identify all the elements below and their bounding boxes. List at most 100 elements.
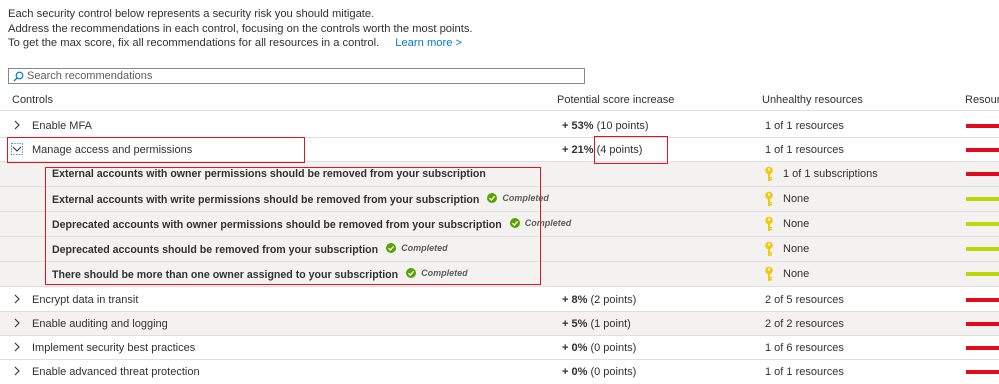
key-icon xyxy=(765,166,773,181)
check-circle-icon xyxy=(509,218,520,228)
column-header-controls[interactable]: Controls xyxy=(12,94,53,106)
check-circle-icon xyxy=(386,243,397,253)
recommendation-name-wrap: There should be more than one owner assi… xyxy=(52,268,468,281)
score-points: (2 points) xyxy=(590,294,637,306)
unhealthy-count: 1 of 6 resources xyxy=(765,342,844,354)
status-badge: Completed xyxy=(509,218,572,228)
search-icon xyxy=(13,71,24,82)
key-icon xyxy=(765,241,773,256)
column-header-unhealthy-resources[interactable]: Unhealthy resources xyxy=(762,94,863,106)
resource-health-bar xyxy=(966,172,999,176)
key-icon xyxy=(765,216,773,231)
score-percent: + 21% xyxy=(562,144,594,156)
status-label: Completed xyxy=(502,193,549,203)
score-increase: + 8% (2 points) xyxy=(562,294,636,306)
column-header-resource-health[interactable]: Resour xyxy=(965,94,999,106)
intro-line-3-text: To get the max score, fix all recommenda… xyxy=(8,37,380,49)
recommendation-row[interactable]: There should be more than one owner assi… xyxy=(0,262,999,287)
recommendation-name[interactable]: Deprecated accounts should be removed fr… xyxy=(52,244,378,256)
score-points: (10 points) xyxy=(596,120,649,132)
recommendation-name[interactable]: There should be more than one owner assi… xyxy=(52,269,398,281)
chevron-down-icon[interactable] xyxy=(11,143,23,155)
unhealthy-count: 2 of 5 resources xyxy=(765,294,844,306)
status-badge: Completed xyxy=(487,193,549,203)
unhealthy-count: 2 of 2 resources xyxy=(765,318,844,330)
intro-line-3: To get the max score, fix all recommenda… xyxy=(8,36,473,51)
resource-health-bar xyxy=(966,197,999,201)
control-name: Manage access and permissions xyxy=(32,144,193,156)
score-increase: + 53% (10 points) xyxy=(562,120,649,132)
resource-health-bar xyxy=(966,124,999,128)
resource-health-bar xyxy=(966,322,999,326)
control-row-enable-mfa[interactable]: Enable MFA + 53% (10 points) 1 of 1 reso… xyxy=(0,114,999,138)
check-circle-icon xyxy=(487,193,498,203)
resource-health-bar xyxy=(966,247,999,251)
score-increase: + 21% (4 points) xyxy=(562,144,642,156)
score-points: (0 points) xyxy=(590,366,637,378)
score-increase: + 0% (0 points) xyxy=(562,342,636,354)
control-name: Enable auditing and logging xyxy=(32,318,168,330)
score-percent: + 5% xyxy=(562,318,588,330)
key-icon xyxy=(765,191,773,206)
control-row-encrypt-data[interactable]: Encrypt data in transit + 8% (2 points) … xyxy=(0,288,999,312)
chevron-right-icon[interactable] xyxy=(12,366,22,376)
resource-health-bar xyxy=(966,346,999,350)
resource-health-bar xyxy=(966,148,999,152)
intro-text: Each security control below represents a… xyxy=(8,7,473,51)
recommendation-name-wrap: Deprecated accounts with owner permissio… xyxy=(52,218,571,231)
unhealthy-count: 1 of 1 resources xyxy=(765,144,844,156)
unhealthy-count: None xyxy=(783,243,810,255)
recommendation-name-wrap: External accounts with write permissions… xyxy=(52,193,549,206)
learn-more-link[interactable]: Learn more > xyxy=(395,37,462,49)
recommendation-name[interactable]: External accounts with owner permissions… xyxy=(52,168,486,180)
unhealthy-count: None xyxy=(783,218,810,230)
key-icon xyxy=(765,266,773,281)
score-points: (1 point) xyxy=(590,318,631,330)
unhealthy-count: None xyxy=(783,268,810,280)
chevron-right-icon[interactable] xyxy=(12,294,22,304)
score-percent: + 0% xyxy=(562,342,588,354)
chevron-right-icon[interactable] xyxy=(12,342,22,352)
column-header-potential-score[interactable]: Potential score increase xyxy=(557,94,674,106)
score-increase: + 5% (1 point) xyxy=(562,318,631,330)
search-input[interactable] xyxy=(27,69,577,83)
search-box[interactable] xyxy=(8,68,585,84)
check-circle-icon xyxy=(406,268,417,278)
score-points: (0 points) xyxy=(590,342,637,354)
recommendation-row[interactable]: External accounts with write permissions… xyxy=(0,187,999,212)
score-percent: + 0% xyxy=(562,366,588,378)
status-label: Completed xyxy=(421,268,468,278)
recommendation-row[interactable]: Deprecated accounts should be removed fr… xyxy=(0,237,999,262)
control-name: Enable advanced threat protection xyxy=(32,366,200,378)
control-row-manage-access[interactable]: Manage access and permissions + 21% (4 p… xyxy=(0,138,999,162)
control-row-advanced-threat-protection[interactable]: Enable advanced threat protection + 0% (… xyxy=(0,360,999,384)
unhealthy-count: 1 of 1 resources xyxy=(765,366,844,378)
unhealthy-count: None xyxy=(783,193,810,205)
resource-health-bar xyxy=(966,272,999,276)
intro-line-1: Each security control below represents a… xyxy=(8,8,375,20)
intro-line-2: Address the recommendations in each cont… xyxy=(8,22,473,35)
score-percent: + 8% xyxy=(562,294,588,306)
header-divider xyxy=(0,110,999,111)
status-badge: Completed xyxy=(386,243,448,253)
resource-health-bar xyxy=(966,222,999,226)
unhealthy-count: 1 of 1 resources xyxy=(765,120,844,132)
score-points: (4 points) xyxy=(596,144,643,156)
recommendation-name[interactable]: External accounts with write permissions… xyxy=(52,194,479,206)
status-badge: Completed xyxy=(406,268,468,278)
resource-health-bar xyxy=(966,370,999,374)
status-label: Completed xyxy=(401,243,448,253)
control-name: Enable MFA xyxy=(32,120,92,132)
recommendation-row[interactable]: Deprecated accounts with owner permissio… xyxy=(0,212,999,237)
chevron-right-icon[interactable] xyxy=(12,120,22,130)
recommendation-name[interactable]: Deprecated accounts with owner permissio… xyxy=(52,219,502,231)
unhealthy-count: 1 of 1 subscriptions xyxy=(783,168,878,180)
recommendation-name-wrap: Deprecated accounts should be removed fr… xyxy=(52,243,448,256)
recommendation-row[interactable]: External accounts with owner permissions… xyxy=(0,162,999,187)
control-name: Implement security best practices xyxy=(32,342,196,354)
control-row-auditing-logging[interactable]: Enable auditing and logging + 5% (1 poin… xyxy=(0,312,999,336)
chevron-right-icon[interactable] xyxy=(12,318,22,328)
control-row-security-best-practices[interactable]: Implement security best practices + 0% (… xyxy=(0,336,999,360)
status-label: Completed xyxy=(524,218,572,228)
score-increase: + 0% (0 points) xyxy=(562,366,636,378)
